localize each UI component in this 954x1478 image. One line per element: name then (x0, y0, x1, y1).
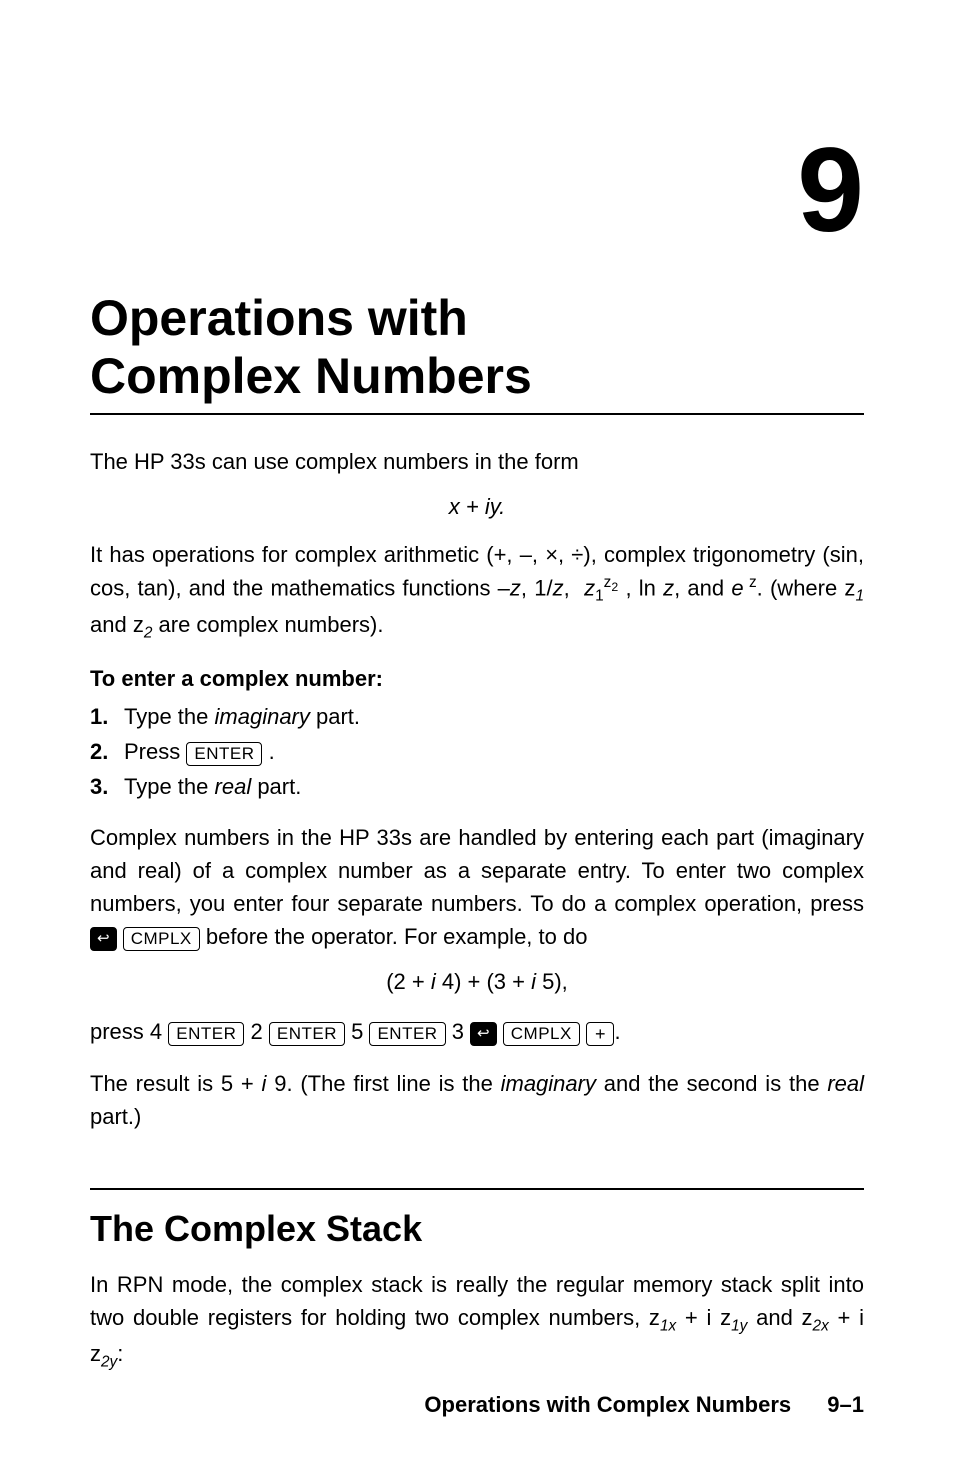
enter-key: ENTER (269, 1022, 345, 1046)
text-fragment: 5 (345, 1019, 369, 1044)
text-fragment: Type the (124, 704, 215, 729)
step-3: Type the real part. (90, 770, 864, 803)
text-fragment: , and (674, 575, 731, 600)
shift-key-icon: ↩ (90, 927, 117, 951)
text-fragment: 2 (244, 1019, 268, 1044)
variable-z: z (510, 575, 521, 600)
complex-stack-paragraph: In RPN mode, the complex stack is really… (90, 1268, 864, 1374)
text-fragment: , (564, 575, 577, 600)
step-1: Type the imaginary part. (90, 700, 864, 733)
text-fragment: part. (251, 774, 301, 799)
shift-key-icon: ↩ (470, 1022, 497, 1046)
text-fragment: + i z (676, 1305, 731, 1330)
text-fragment: 9. (The first line is the (274, 1071, 500, 1096)
chapter-title: Operations with Complex Numbers (90, 290, 864, 415)
text-fragment: , ln (618, 575, 663, 600)
key-sequence: press 4 ENTER 2 ENTER 5 ENTER 3 ↩ CMPLX … (90, 1013, 864, 1050)
text-fragment: Press (124, 739, 186, 764)
text-fragment: and z (747, 1305, 812, 1330)
emphasis-real: real (827, 1071, 864, 1096)
text-fragment: are complex numbers). (152, 612, 383, 637)
enter-key: ENTER (369, 1022, 445, 1046)
formula-example: (2 + i 4) + (3 + i 5), (90, 969, 864, 995)
footer-title: Operations with Complex Numbers (424, 1392, 791, 1417)
text-fragment: It has operations for complex arithmetic… (90, 542, 864, 600)
text-fragment: and z (90, 612, 144, 637)
intro-paragraph-1: The HP 33s can use complex numbers in th… (90, 445, 864, 478)
subscript: 2y (101, 1354, 117, 1371)
footer-page-number: 9–1 (827, 1392, 864, 1417)
variable-z: z (584, 575, 595, 600)
variable-e: e (731, 575, 743, 600)
text-fragment: Complex numbers in the HP 33s are handle… (90, 825, 864, 916)
plus-key: + (586, 1022, 615, 1046)
text-fragment: press 4 (90, 1019, 168, 1044)
text-fragment: before the operator. For example, to do (200, 924, 588, 949)
chapter-title-line2: Complex Numbers (90, 348, 532, 404)
complex-stack-heading: The Complex Stack (90, 1188, 864, 1250)
step-2: Press ENTER . (90, 735, 864, 768)
subscript: 1 (855, 588, 864, 605)
cmplx-key: CMPLX (503, 1022, 580, 1046)
step-emphasis: real (215, 774, 252, 799)
variable-i: i (262, 1071, 275, 1096)
text-fragment: . (262, 739, 274, 764)
complex-operation-paragraph: Complex numbers in the HP 33s are handle… (90, 821, 864, 953)
text-fragment: part.) (90, 1104, 141, 1129)
enter-key: ENTER (168, 1022, 244, 1046)
intro-paragraph-2: It has operations for complex arithmetic… (90, 538, 864, 644)
result-paragraph: The result is 5 + i 9. (The first line i… (90, 1067, 864, 1133)
text-fragment: : (117, 1341, 123, 1366)
enter-key: ENTER (186, 742, 262, 766)
text-fragment: , 1/ (521, 575, 553, 600)
steps-list: Type the imaginary part. Press ENTER . T… (90, 700, 864, 803)
formula-x-plus-iy: x + iy. (90, 494, 864, 520)
subscript: 2x (813, 1317, 829, 1334)
text-fragment: . (where z (757, 575, 856, 600)
text-fragment: . (614, 1019, 620, 1044)
text-fragment: and the second is the (596, 1071, 827, 1096)
text-fragment: The result is 5 + (90, 1071, 262, 1096)
subscript: 1 (595, 588, 604, 605)
text-fragment: part. (310, 704, 360, 729)
text-fragment: Type the (124, 774, 215, 799)
subscript: 1y (731, 1317, 747, 1334)
subscript: 1x (660, 1317, 676, 1334)
page-footer: Operations with Complex Numbers 9–1 (424, 1392, 864, 1418)
cmplx-key: CMPLX (123, 927, 200, 951)
variable-z: z (553, 575, 564, 600)
text-fragment: 3 (446, 1019, 470, 1044)
enter-complex-heading: To enter a complex number: (90, 666, 864, 692)
emphasis-imaginary: imaginary (501, 1071, 596, 1096)
chapter-title-line1: Operations with (90, 290, 468, 346)
step-emphasis: imaginary (215, 704, 310, 729)
superscript-z: z (744, 574, 757, 591)
variable-z: z (663, 575, 674, 600)
chapter-number: 9 (90, 130, 864, 250)
